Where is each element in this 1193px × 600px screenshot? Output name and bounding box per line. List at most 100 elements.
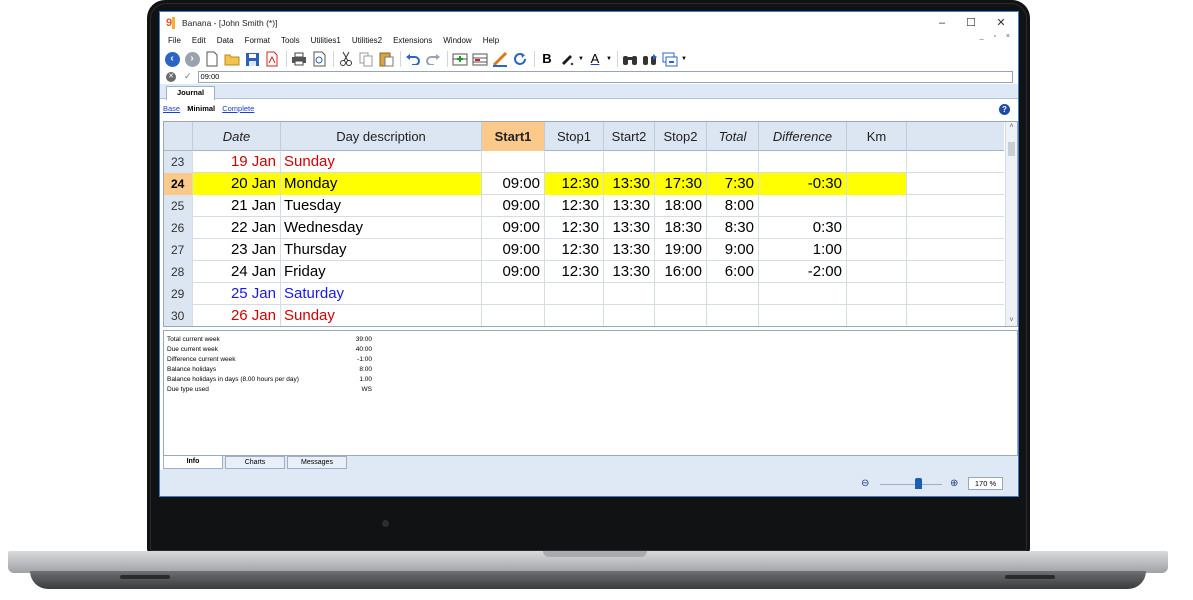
cell-total[interactable]: 8:30 — [707, 217, 759, 239]
export-pdf-button[interactable] — [263, 50, 281, 68]
menu-edit[interactable]: Edit — [187, 36, 212, 45]
cell-start1[interactable]: 09:00 — [482, 173, 545, 195]
column-header-total[interactable]: Total — [707, 122, 759, 151]
cell-date[interactable]: 19 Jan — [193, 151, 281, 173]
zoom-level-field[interactable]: 170 % — [968, 477, 1003, 490]
cell-start1[interactable]: 09:00 — [482, 195, 545, 217]
cell-start1[interactable] — [482, 305, 545, 326]
mdi-window-controls[interactable]: _ ▫ × — [980, 33, 1014, 40]
menu-data[interactable]: Data — [212, 36, 240, 45]
cell-stop1[interactable] — [545, 283, 604, 305]
cell-diff[interactable]: 0:30 — [759, 217, 847, 239]
column-header-stop1[interactable]: Stop1 — [545, 122, 604, 151]
cell-km[interactable] — [847, 239, 907, 261]
row-number-cell[interactable]: 24 — [164, 173, 193, 195]
recheck-button[interactable] — [511, 50, 529, 68]
cell-desc[interactable]: Monday — [281, 173, 482, 195]
find-next-button[interactable] — [641, 50, 659, 68]
cell-date[interactable]: 20 Jan — [193, 173, 281, 195]
row-number-cell[interactable]: 23 — [164, 151, 193, 173]
print-preview-button[interactable] — [310, 50, 328, 68]
insert-rows-button[interactable] — [471, 50, 489, 68]
column-header-date[interactable]: Date — [193, 122, 281, 151]
cell-diff[interactable]: 1:00 — [759, 239, 847, 261]
corner-header-cell[interactable] — [164, 122, 193, 151]
cell-km[interactable] — [847, 283, 907, 305]
row-number-cell[interactable]: 28 — [164, 261, 193, 283]
confirm-edit-icon[interactable]: ✓ — [184, 71, 192, 82]
cell-stop1[interactable]: 12:30 — [545, 173, 604, 195]
font-color-button[interactable]: A — [586, 50, 604, 68]
cell-date[interactable]: 21 Jan — [193, 195, 281, 217]
cell-diff[interactable] — [759, 195, 847, 217]
open-file-button[interactable] — [223, 50, 241, 68]
cell-total[interactable]: 9:00 — [707, 239, 759, 261]
close-button[interactable]: ✕ — [986, 15, 1016, 31]
zoom-slider-thumb[interactable] — [915, 478, 922, 489]
column-header-km[interactable]: Km — [847, 122, 907, 151]
cell-start2[interactable] — [604, 151, 655, 173]
cell-stop1[interactable] — [545, 151, 604, 173]
zoom-in-icon[interactable]: ⊕ — [950, 478, 958, 489]
cell-start1[interactable]: 09:00 — [482, 261, 545, 283]
cell-stop2[interactable]: 18:00 — [655, 195, 707, 217]
add-row-button[interactable] — [451, 50, 469, 68]
cell-start1[interactable] — [482, 151, 545, 173]
tab-messages[interactable]: Messages — [287, 456, 347, 469]
cell-stop2[interactable]: 19:00 — [655, 239, 707, 261]
row-number-cell[interactable]: 29 — [164, 283, 193, 305]
print-button[interactable] — [290, 50, 308, 68]
redo-button[interactable] — [424, 50, 442, 68]
menu-utilities1[interactable]: Utilities1 — [306, 36, 347, 45]
undo-button[interactable] — [404, 50, 422, 68]
view-complete-link[interactable]: Complete — [222, 104, 254, 113]
scroll-thumb[interactable] — [1008, 142, 1015, 156]
cell-desc[interactable]: Friday — [281, 261, 482, 283]
cell-desc[interactable]: Sunday — [281, 151, 482, 173]
save-button[interactable] — [243, 50, 261, 68]
cell-stop1[interactable] — [545, 305, 604, 326]
cell-km[interactable] — [847, 151, 907, 173]
bold-button[interactable]: B — [538, 50, 556, 68]
cell-km[interactable] — [847, 261, 907, 283]
cell-total[interactable]: 8:00 — [707, 195, 759, 217]
cell-start2[interactable] — [604, 305, 655, 326]
cell-diff[interactable] — [759, 283, 847, 305]
cell-km[interactable] — [847, 305, 907, 326]
back-button[interactable]: ‹ — [163, 50, 181, 68]
highlight-color-button[interactable] — [558, 50, 576, 68]
zoom-out-icon[interactable]: ⊖ — [861, 478, 869, 489]
cell-stop2[interactable] — [655, 305, 707, 326]
help-icon[interactable]: ? — [999, 104, 1010, 115]
cell-desc[interactable]: Saturday — [281, 283, 482, 305]
cell-editor-input[interactable]: 09:00 — [197, 70, 1013, 83]
cell-km[interactable] — [847, 217, 907, 239]
cell-stop2[interactable]: 16:00 — [655, 261, 707, 283]
cell-stop2[interactable]: 18:30 — [655, 217, 707, 239]
new-file-button[interactable] — [203, 50, 221, 68]
minimize-button[interactable]: – — [927, 15, 957, 31]
cell-start2[interactable]: 13:30 — [604, 173, 655, 195]
cell-start2[interactable]: 13:30 — [604, 239, 655, 261]
menu-help[interactable]: Help — [478, 36, 505, 45]
cell-date[interactable]: 22 Jan — [193, 217, 281, 239]
row-number-cell[interactable]: 25 — [164, 195, 193, 217]
cell-date[interactable]: 26 Jan — [193, 305, 281, 326]
cell-stop2[interactable] — [655, 283, 707, 305]
forward-button[interactable]: › — [183, 50, 201, 68]
cell-diff[interactable] — [759, 151, 847, 173]
menu-format[interactable]: Format — [240, 36, 276, 45]
cell-total[interactable] — [707, 151, 759, 173]
menu-extensions[interactable]: Extensions — [388, 36, 438, 45]
cell-km[interactable] — [847, 173, 907, 195]
cell-diff[interactable]: -0:30 — [759, 173, 847, 195]
vertical-scrollbar[interactable]: ˄ ˅ — [1005, 122, 1017, 326]
cell-total[interactable] — [707, 305, 759, 326]
view-minimal-link[interactable]: Minimal — [187, 104, 215, 113]
cell-stop1[interactable]: 12:30 — [545, 261, 604, 283]
window-layout-button[interactable] — [661, 50, 679, 68]
cell-diff[interactable]: -2:00 — [759, 261, 847, 283]
cell-desc[interactable]: Thursday — [281, 239, 482, 261]
cell-desc[interactable]: Tuesday — [281, 195, 482, 217]
column-header-stop2[interactable]: Stop2 — [655, 122, 707, 151]
